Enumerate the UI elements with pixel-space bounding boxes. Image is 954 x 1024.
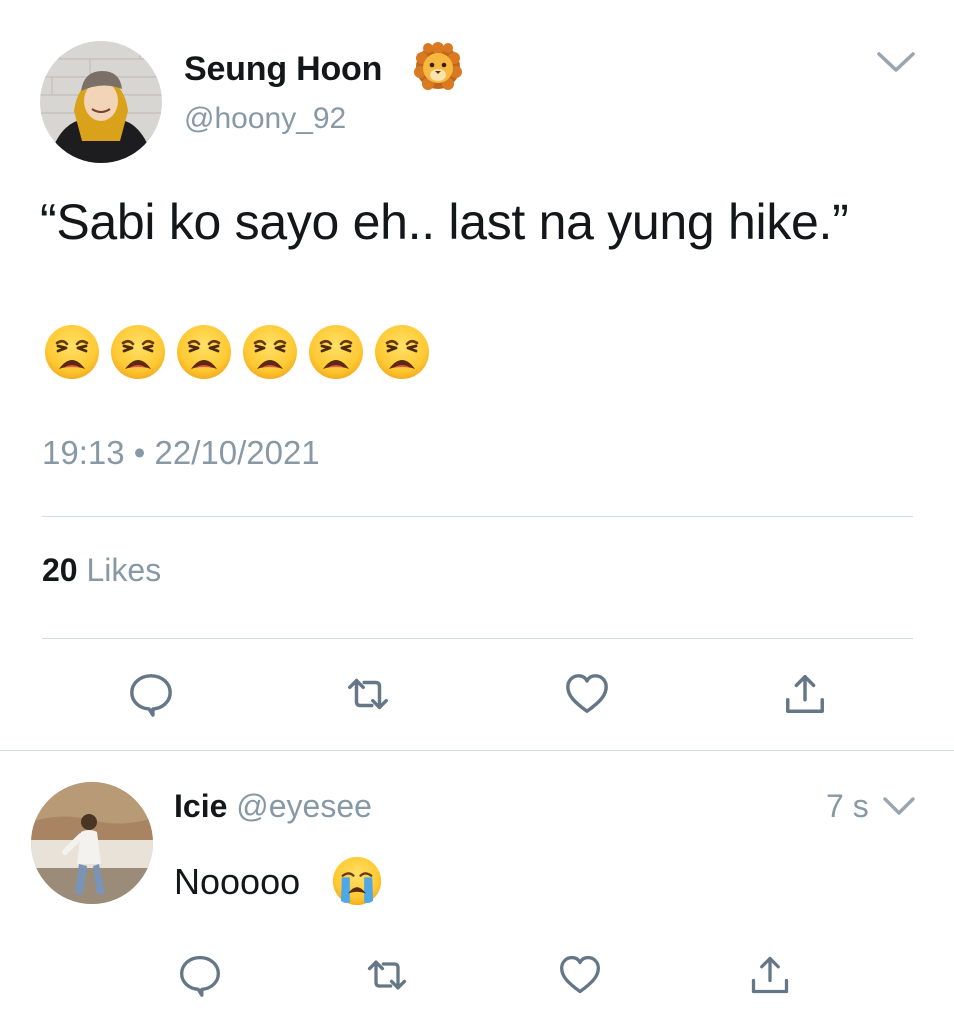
tweet-date: 22/10/2021 [154,434,320,471]
timestamp-separator: • [133,434,146,471]
reply-age: 7 s [826,788,869,824]
reply-icon[interactable] [128,671,174,717]
tweet-timestamp: 19:13 • 22/10/2021 [42,430,320,476]
author-handle[interactable]: @hoony_92 [184,97,346,141]
like-icon[interactable] [558,953,602,997]
reply-icon[interactable] [178,953,222,997]
tweet-time: 19:13 [42,434,125,471]
retweet-icon[interactable] [345,671,391,717]
weary-face-icon [110,324,166,380]
author-name[interactable]: Seung Hoon [184,45,382,93]
reply-author-avatar[interactable] [31,782,153,904]
like-icon[interactable] [564,671,610,717]
likes-count: 20 [42,552,78,588]
emoji-row [44,324,430,382]
reply-author-name[interactable]: Icie [174,788,227,824]
weary-face-icon [176,324,232,380]
share-icon[interactable] [748,953,792,997]
weary-face-icon [374,324,430,380]
lion-face-icon [414,42,462,90]
divider [0,750,954,751]
divider [42,638,913,639]
reply-header: Icie @eyesee [174,784,372,828]
chevron-down-icon[interactable] [876,50,916,74]
tweet-text: “Sabi ko sayo eh.. last na yung hike.” [40,194,849,250]
weary-face-icon [308,324,364,380]
likes-label: Likes [86,552,162,588]
divider [42,516,913,517]
weary-face-icon [44,324,100,380]
reply-text: Nooooo [174,861,301,902]
reply-author-handle[interactable]: @eyesee [236,788,372,824]
retweet-icon[interactable] [365,953,409,997]
loudly-crying-face-icon [332,856,382,906]
author-avatar[interactable] [40,41,162,163]
chevron-down-icon[interactable] [882,796,916,816]
weary-face-icon [242,324,298,380]
share-icon[interactable] [782,671,828,717]
likes-row[interactable]: 20 Likes [42,548,161,592]
